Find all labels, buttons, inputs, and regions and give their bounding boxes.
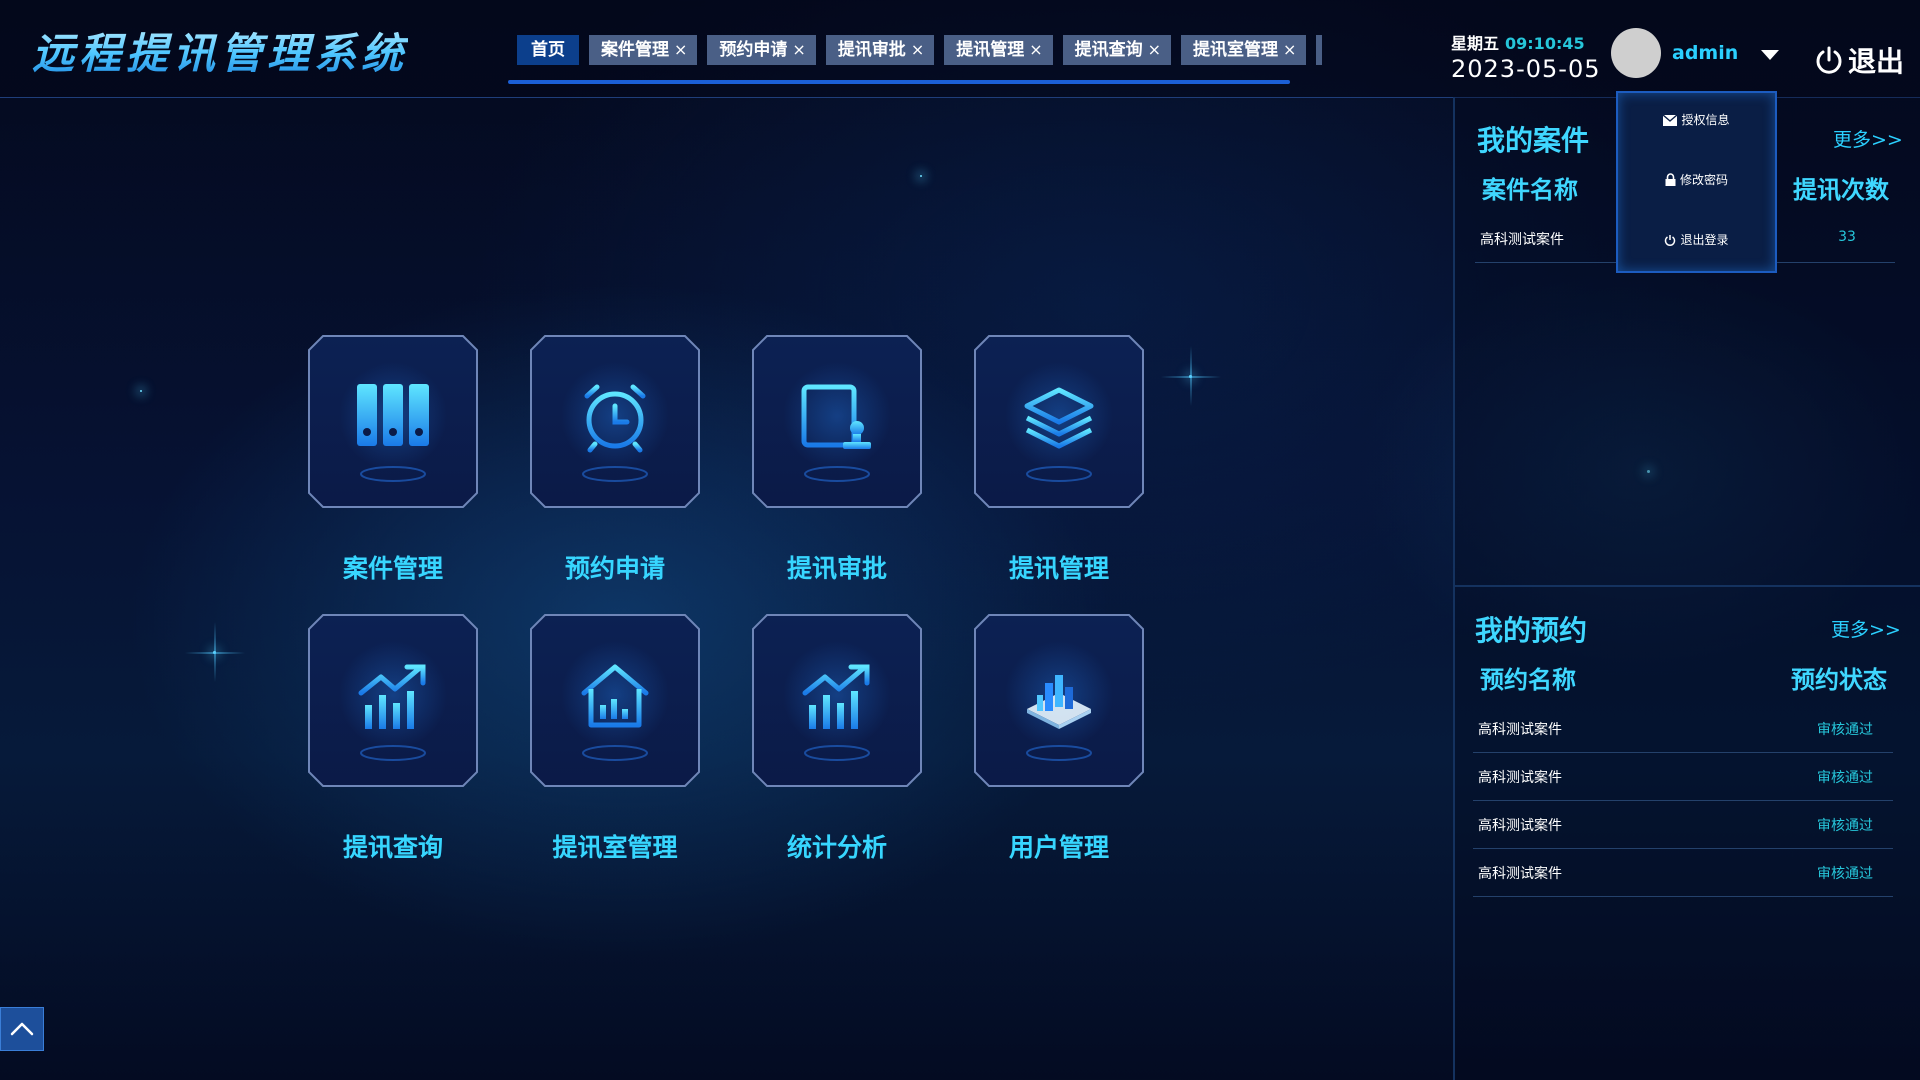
my-cases-more-link[interactable]: 更多>> xyxy=(1833,125,1903,152)
tile-label: 案件管理 xyxy=(342,554,443,583)
appointment-status: 审核通过 xyxy=(1817,818,1873,834)
tab-arraignment-query[interactable]: 提讯查询 × xyxy=(1062,35,1172,65)
envelope-icon xyxy=(1663,114,1678,126)
appointment-status: 审核通过 xyxy=(1817,722,1873,738)
tab-label: 提讯查询 xyxy=(1074,40,1143,60)
tab-arraignment-management[interactable]: 提讯管理 × xyxy=(944,35,1053,65)
app-title: 远程提讯管理系统 xyxy=(32,20,408,81)
datetime-display: 星期五 09:10:45 2023-05-05 xyxy=(1451,30,1600,83)
logout-button[interactable]: 退出 xyxy=(1814,40,1904,80)
appointment-name: 高科测试案件 xyxy=(1478,866,1562,882)
tile-label: 提讯审批 xyxy=(786,554,887,583)
tab-bar: 首页 案件管理 × 预约申请 × 提讯审批 × 提讯管理 × 提讯查询 × 提讯室管理 × xyxy=(517,35,1387,67)
menu-item-logout[interactable]: 退出登录 xyxy=(1618,231,1775,248)
tab-room-management[interactable]: 提讯室管理 × xyxy=(1181,35,1307,65)
binders-icon xyxy=(357,384,429,446)
my-cases-col-count: 提讯次数 xyxy=(1793,175,1889,204)
top-header: 远程提讯管理系统 首页 案件管理 × 预约申请 × 提讯审批 × 提讯管理 × 提讯查询 × 提讯室管… xyxy=(0,0,1920,98)
tab-label: 提讯管理 xyxy=(956,40,1025,60)
tile-label: 用户管理 xyxy=(1008,833,1109,862)
tile-appointment-request[interactable]: 预约申请 xyxy=(529,334,701,583)
appointment-name: 高科测试案件 xyxy=(1478,770,1562,786)
tile-statistics[interactable]: 统计分析 xyxy=(751,613,923,862)
power-icon xyxy=(1665,235,1676,246)
tile-arraignment-approval[interactable]: 提讯审批 xyxy=(751,334,923,583)
menu-item-label: 修改密码 xyxy=(1679,173,1728,187)
table-row[interactable]: 高科测试案件 审核通过 xyxy=(1473,753,1893,801)
close-icon[interactable]: × xyxy=(1283,40,1296,59)
table-row[interactable]: 高科测试案件 审核通过 xyxy=(1473,801,1893,849)
my-appointments-col-name: 预约名称 xyxy=(1480,665,1576,694)
tab-label: 预约申请 xyxy=(719,40,788,60)
menu-item-authorization[interactable]: 授权信息 xyxy=(1618,111,1775,128)
appointment-name: 高科测试案件 xyxy=(1478,722,1562,738)
appointment-status: 审核通过 xyxy=(1817,770,1873,786)
clock-text: 09:10:45 xyxy=(1505,34,1585,53)
house-chart-icon xyxy=(581,664,649,728)
case-count: 33 xyxy=(1838,229,1856,245)
tile-label: 提讯室管理 xyxy=(552,833,678,862)
tab-home[interactable]: 首页 xyxy=(517,35,579,65)
document-stamp-icon xyxy=(801,384,871,449)
my-cases-title: 我的案件 xyxy=(1477,124,1590,157)
tile-label: 提讯查询 xyxy=(342,833,443,862)
menu-item-label: 退出登录 xyxy=(1680,233,1729,247)
tab-label: 案件管理 xyxy=(601,40,669,60)
my-appointments-title: 我的预约 xyxy=(1475,614,1588,647)
logout-label: 退出 xyxy=(1848,45,1905,78)
date-text: 2023-05-05 xyxy=(1451,55,1601,83)
weekday-text: 星期五 xyxy=(1451,34,1500,53)
tab-label: 提讯审批 xyxy=(837,40,906,60)
layers-icon xyxy=(1024,387,1094,449)
tab-overflow-stub[interactable] xyxy=(1316,35,1323,65)
tab-scrollbar[interactable] xyxy=(508,80,1290,84)
power-icon xyxy=(1816,46,1842,74)
username[interactable]: admin xyxy=(1672,42,1738,64)
tab-case-management[interactable]: 案件管理 × xyxy=(589,35,698,65)
isometric-city-icon xyxy=(1027,675,1091,729)
my-cases-col-name: 案件名称 xyxy=(1482,175,1578,204)
close-icon[interactable]: × xyxy=(792,40,805,59)
chevron-down-icon[interactable] xyxy=(1761,50,1779,60)
tab-label: 首页 xyxy=(531,40,565,60)
menu-item-label: 授权信息 xyxy=(1681,113,1730,127)
my-appointments-col-status: 预约状态 xyxy=(1791,665,1887,694)
my-appointments-panel: 我的预约 更多>> 预约名称 预约状态 高科测试案件 审核通过 高科测试案件 审… xyxy=(1453,587,1920,1080)
lock-icon xyxy=(1665,173,1676,186)
appointment-name: 高科测试案件 xyxy=(1478,818,1562,834)
menu-item-change-password[interactable]: 修改密码 xyxy=(1618,171,1775,188)
tile-user-management[interactable]: 用户管理 xyxy=(973,613,1145,862)
close-icon[interactable]: × xyxy=(674,40,687,59)
tab-label: 提讯室管理 xyxy=(1193,40,1279,60)
avatar[interactable] xyxy=(1611,28,1661,78)
scroll-to-top-button[interactable] xyxy=(0,1007,44,1051)
appointment-status: 审核通过 xyxy=(1817,866,1873,882)
tile-label: 提讯管理 xyxy=(1008,554,1109,583)
alarm-clock-icon xyxy=(584,384,646,453)
case-name: 高科测试案件 xyxy=(1480,232,1564,248)
chevron-up-icon xyxy=(10,1022,34,1036)
tab-arraignment-approval[interactable]: 提讯审批 × xyxy=(825,35,935,65)
tile-room-management[interactable]: 提讯室管理 xyxy=(529,613,701,862)
my-appointments-more-link[interactable]: 更多>> xyxy=(1831,615,1901,642)
table-row[interactable]: 高科测试案件 审核通过 xyxy=(1473,705,1893,753)
tile-arraignment-management[interactable]: 提讯管理 xyxy=(973,334,1145,583)
close-icon[interactable]: × xyxy=(1148,40,1161,59)
tile-arraignment-query[interactable]: 提讯查询 xyxy=(307,613,479,862)
table-row[interactable]: 高科测试案件 审核通过 xyxy=(1473,849,1893,897)
trend-chart-icon xyxy=(358,664,426,729)
tab-appointment-request[interactable]: 预约申请 × xyxy=(707,35,816,65)
close-icon[interactable]: × xyxy=(911,40,924,59)
tile-case-management[interactable]: 案件管理 xyxy=(307,334,479,583)
user-dropdown-menu: 授权信息 修改密码 退出登录 xyxy=(1616,91,1777,273)
close-icon[interactable]: × xyxy=(1029,40,1042,59)
trend-chart-icon xyxy=(802,664,870,729)
tile-label: 预约申请 xyxy=(564,554,665,583)
tile-label: 统计分析 xyxy=(786,833,887,862)
